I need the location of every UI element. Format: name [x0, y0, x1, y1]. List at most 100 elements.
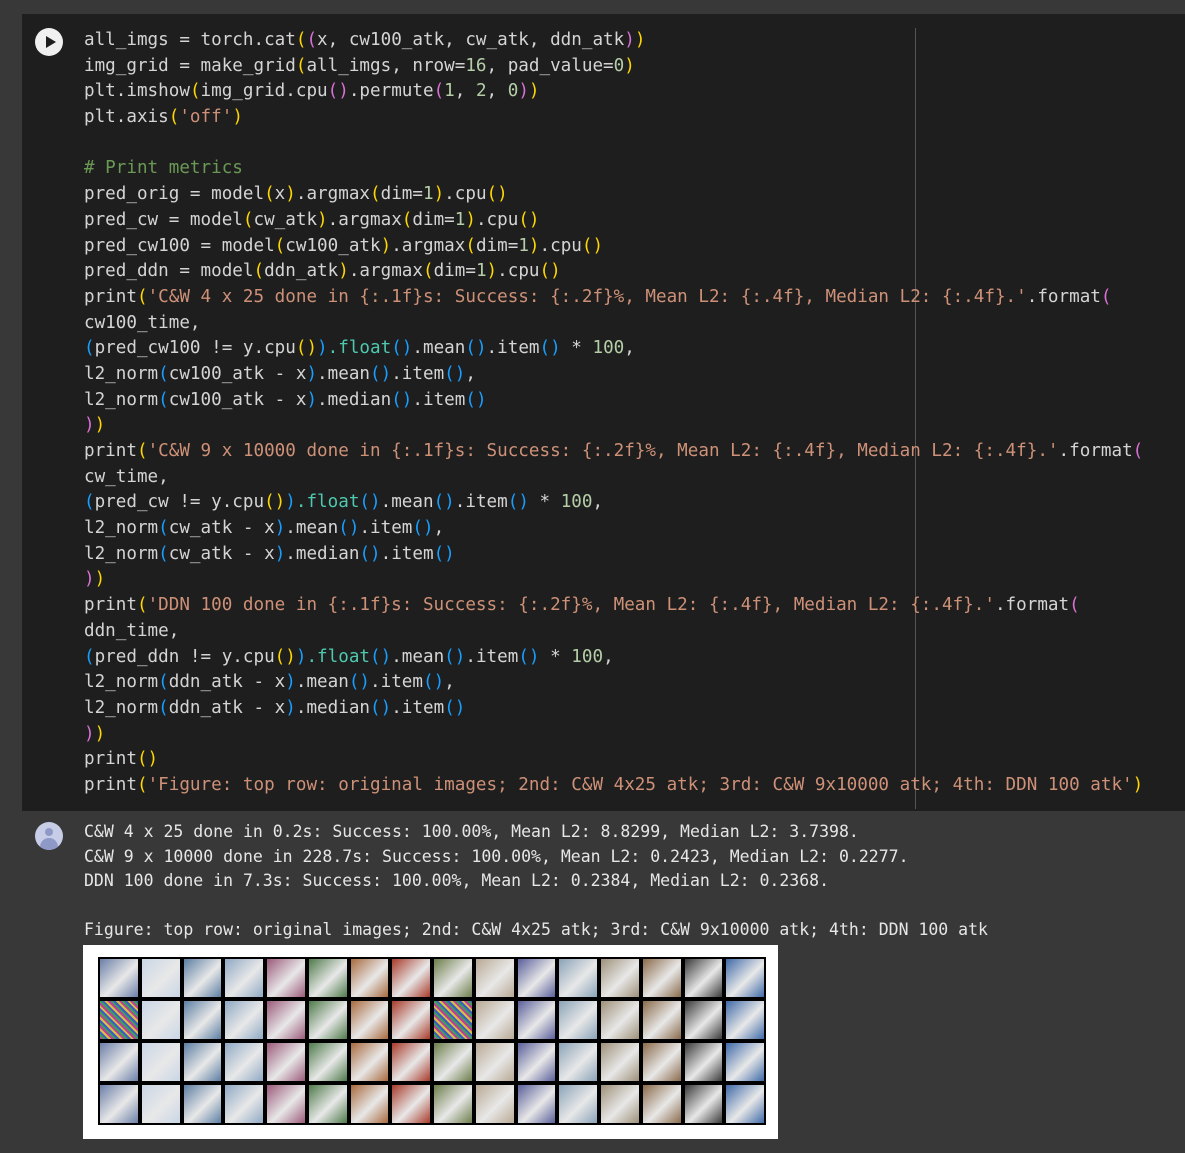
- code-line: l2_norm(cw_atk - x).mean().item(),: [84, 518, 445, 539]
- image-tile: [183, 959, 222, 997]
- code-line: (pred_ddn != y.cpu()).float().mean().ite…: [84, 646, 614, 667]
- image-tile: [684, 959, 723, 997]
- image-tile: [308, 1001, 347, 1039]
- top-strip: [0, 0, 1185, 14]
- image-tile: [517, 1085, 556, 1123]
- code-line: )): [84, 723, 106, 744]
- code-line: l2_norm(cw100_atk - x).median().item(): [84, 389, 487, 410]
- image-tile: [350, 1085, 389, 1123]
- image-tile: [100, 959, 138, 997]
- image-tile: [308, 1043, 347, 1081]
- image-tile: [392, 959, 430, 997]
- image-tile: [601, 1001, 639, 1039]
- image-tile: [559, 1085, 597, 1123]
- image-tile: [225, 1043, 263, 1081]
- image-tile: [517, 959, 556, 997]
- image-tile: [684, 1043, 723, 1081]
- image-tile: [475, 959, 514, 997]
- image-tile: [559, 1043, 597, 1081]
- code-line: (pred_cw100 != y.cpu()).float().mean().i…: [84, 338, 635, 359]
- code-line: cw100_time,: [84, 312, 201, 333]
- image-tile: [559, 959, 597, 997]
- adversarial-image-grid: [98, 957, 766, 1125]
- image-tile: [308, 959, 347, 997]
- code-line: pred_cw = model(cw_atk).argmax(dim=1).cp…: [84, 209, 540, 230]
- code-line: print('DDN 100 done in {:.1f}s: Success:…: [84, 595, 1080, 616]
- code-line: l2_norm(cw_atk - x).median().item(): [84, 543, 455, 564]
- image-tile: [183, 1085, 222, 1123]
- image-tile: [475, 1043, 514, 1081]
- code-line: )): [84, 569, 106, 590]
- image-tile: [100, 1085, 138, 1123]
- run-cell-button[interactable]: [35, 28, 63, 56]
- code-line: pred_cw100 = model(cw100_atk).argmax(dim…: [84, 235, 604, 256]
- image-tile: [726, 1043, 764, 1081]
- image-tile: [350, 959, 389, 997]
- image-tile: [475, 1085, 514, 1123]
- image-tile: [350, 1043, 389, 1081]
- image-tile: [642, 1085, 681, 1123]
- code-editor[interactable]: all_imgs = torch.cat((x, cw100_atk, cw_a…: [84, 28, 1143, 799]
- image-tile: [267, 1085, 305, 1123]
- code-line: cw_time,: [84, 466, 169, 487]
- image-tile: [559, 1001, 597, 1039]
- image-tile: [726, 1001, 764, 1039]
- image-tile: [517, 1043, 556, 1081]
- cell-output: C&W 4 x 25 done in 0.2s: Success: 100.00…: [84, 820, 988, 943]
- code-line: l2_norm(ddn_atk - x).mean().item(),: [84, 672, 455, 693]
- code-line: ddn_time,: [84, 620, 180, 641]
- image-tile: [434, 1085, 472, 1123]
- output-line: Figure: top row: original images; 2nd: C…: [84, 920, 988, 939]
- image-tile: [225, 1085, 263, 1123]
- image-tile: [225, 1001, 263, 1039]
- output-line: C&W 4 x 25 done in 0.2s: Success: 100.00…: [84, 822, 859, 841]
- code-line: print('C&W 4 x 25 done in {:.1f}s: Succe…: [84, 286, 1112, 307]
- image-tile: [141, 1043, 180, 1081]
- image-tile: [141, 959, 180, 997]
- image-tile: [475, 1001, 514, 1039]
- image-tile: [601, 1043, 639, 1081]
- code-line: print('C&W 9 x 10000 done in {:.1f}s: Su…: [84, 441, 1144, 461]
- image-tile: [642, 1001, 681, 1039]
- image-tile: [684, 1085, 723, 1123]
- code-line: l2_norm(cw100_atk - x).mean().item(),: [84, 363, 476, 384]
- image-tile: [601, 1085, 639, 1123]
- image-tile: [267, 1001, 305, 1039]
- code-line: plt.imshow(img_grid.cpu().permute(1, 2, …: [84, 81, 540, 102]
- image-tile: [100, 1043, 138, 1081]
- image-tile: [684, 1001, 723, 1039]
- image-tile: [434, 1043, 472, 1081]
- code-line: l2_norm(ddn_atk - x).median().item(): [84, 697, 466, 718]
- image-tile: [434, 959, 472, 997]
- code-line: img_grid = make_grid(all_imgs, nrow=16, …: [84, 55, 635, 76]
- image-tile: [225, 959, 263, 997]
- image-tile: [183, 1043, 222, 1081]
- output-avatar-icon: [35, 822, 63, 850]
- image-tile: [642, 1043, 681, 1081]
- image-tile: [267, 1043, 305, 1081]
- image-tile: [434, 1001, 472, 1039]
- output-figure: [83, 945, 778, 1139]
- image-tile: [350, 1001, 389, 1039]
- code-line: pred_ddn = model(ddn_atk).argmax(dim=1).…: [84, 261, 561, 282]
- image-tile: [642, 959, 681, 997]
- image-tile: [183, 1001, 222, 1039]
- code-line: # Print metrics: [84, 158, 243, 179]
- image-tile: [392, 1043, 430, 1081]
- image-tile: [517, 1001, 556, 1039]
- image-tile: [392, 1085, 430, 1123]
- output-line: DDN 100 done in 7.3s: Success: 100.00%, …: [84, 871, 830, 890]
- code-line: plt.axis('off'): [84, 107, 243, 128]
- code-line: print('Figure: top row: original images;…: [84, 774, 1144, 795]
- image-tile: [726, 959, 764, 997]
- image-tile: [392, 1001, 430, 1039]
- image-tile: [141, 1085, 180, 1123]
- code-line: )): [84, 415, 106, 436]
- code-line: all_imgs = torch.cat((x, cw100_atk, cw_a…: [84, 30, 646, 50]
- image-tile: [100, 1001, 138, 1039]
- image-tile: [141, 1001, 180, 1039]
- image-tile: [601, 959, 639, 997]
- image-tile: [267, 959, 305, 997]
